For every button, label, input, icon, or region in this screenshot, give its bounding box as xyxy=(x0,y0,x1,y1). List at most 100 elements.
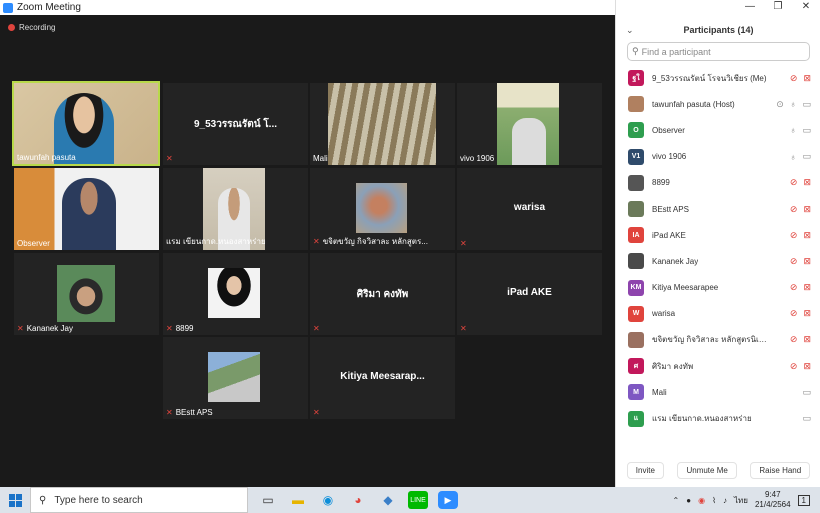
video-tile[interactable]: Observer xyxy=(14,168,159,250)
participant-status: ⊙ ♁ ▭ xyxy=(776,99,811,110)
video-tile[interactable]: vivo 1906 xyxy=(457,83,602,165)
video-tile[interactable]: แรม เขียนกาด.หนองสาหร่าย xyxy=(163,168,308,250)
participant-row[interactable]: 8899 ⊘ ⊠ xyxy=(616,170,820,196)
task-view-icon[interactable]: ▭ xyxy=(258,491,278,509)
unmute-me-button[interactable]: Unmute Me xyxy=(677,462,737,479)
restore-icon[interactable]: ❐ xyxy=(764,0,792,15)
video-tile[interactable]: 9_53วรรณรัตน์ โ... ✕ xyxy=(163,83,308,165)
minimize-icon[interactable]: — xyxy=(736,0,764,15)
recording-icon xyxy=(8,24,15,31)
tile-center-name: warisa xyxy=(513,202,546,213)
microphone-icon: ● xyxy=(686,495,692,505)
panel-footer: Invite Unmute Me Raise Hand xyxy=(616,462,820,479)
video-tile[interactable]: ✕ BEstt APS xyxy=(163,337,308,419)
search-icon: ⚲ xyxy=(632,46,639,56)
participant-name: Mali xyxy=(652,387,667,397)
mic-muted-icon: ⊘ xyxy=(789,203,798,214)
taskbar-search[interactable]: ⚲ Type here to search xyxy=(30,487,248,513)
profile-picture xyxy=(356,183,407,233)
mic-muted-icon: ⊘ xyxy=(789,360,798,371)
chevron-down-icon[interactable]: ⌄ xyxy=(626,25,634,36)
tile-name: Observer xyxy=(17,239,50,248)
participant-row[interactable]: KM Kitiya Meesarapee ⊘ ⊠ xyxy=(616,275,820,301)
avatar xyxy=(628,201,644,218)
language-indicator[interactable]: ไทย xyxy=(734,494,748,507)
tile-name: tawunfah pasuta xyxy=(17,153,76,162)
participant-row[interactable]: tawunfah pasuta (Host) ⊙ ♁ ▭ xyxy=(616,91,820,117)
video-tile[interactable]: ✕ Kananek Jay xyxy=(14,253,159,335)
muted-mic-icon: ✕ xyxy=(166,154,173,163)
chrome-icon[interactable]: ◕ xyxy=(348,491,368,509)
tile-name: 8899 xyxy=(175,324,194,333)
panel-title: Participants (14) xyxy=(683,25,754,35)
volume-icon[interactable]: ♪ xyxy=(723,496,727,505)
participant-status: ⊘ ⊠ xyxy=(790,308,811,319)
participant-status: ♁ ▭ xyxy=(790,125,811,136)
video-tile[interactable]: ศิริมา คงทัพ ✕ xyxy=(310,253,455,335)
participant-name: Observer xyxy=(652,125,685,135)
window-controls: — ❐ ✕ xyxy=(736,0,820,15)
participant-row[interactable]: V1 vivo 1906 ♁ ▭ xyxy=(616,144,820,170)
tile-center-name: ศิริมา คงทัพ xyxy=(356,289,409,300)
recording-indicator[interactable]: Recording xyxy=(8,23,55,32)
participant-row[interactable]: ขจิตขวัญ กิจวิสาละ หลักสูตรนิเทศศาสต... ⊘… xyxy=(616,327,820,353)
notification-icon[interactable]: 1 xyxy=(797,494,810,506)
taskbar-search-placeholder: Type here to search xyxy=(54,494,143,506)
participant-figure xyxy=(512,118,546,165)
line-app-icon[interactable]: LINE xyxy=(408,491,428,509)
avatar: แ xyxy=(628,410,644,427)
edge-icon[interactable]: ◉ xyxy=(318,491,338,509)
raise-hand-button[interactable]: Raise Hand xyxy=(750,462,811,479)
window-titlebar: Zoom Meeting xyxy=(0,0,615,15)
avatar: IA xyxy=(628,227,644,244)
participant-row[interactable]: M Mali ▭ xyxy=(616,379,820,405)
participant-status: ⊘ ⊠ xyxy=(790,361,811,372)
invite-button[interactable]: Invite xyxy=(626,462,664,479)
participant-row[interactable]: BEstt APS ⊘ ⊠ xyxy=(616,196,820,222)
clock[interactable]: 9:47 21/4/2564 xyxy=(755,490,791,510)
participant-row[interactable]: แ แรม เขียนกาด.หนองสาหร่าย ▭ xyxy=(616,405,820,431)
video-tile[interactable]: warisa ✕ xyxy=(457,168,602,250)
taskbar-apps: ▭ ▬ ◉ ◕ ◆ LINE ▶ xyxy=(258,491,458,509)
participant-row[interactable]: Wwarisa ⊘ ⊠ xyxy=(616,301,820,327)
video-tile[interactable]: ✕ ขจิตขวัญ กิจวิสาละ หลักสูตร... xyxy=(310,168,455,250)
zoom-app-icon[interactable]: ▶ xyxy=(438,491,458,509)
file-explorer-icon[interactable]: ▬ xyxy=(288,491,308,509)
profile-picture xyxy=(208,268,260,318)
video-tile[interactable]: Mali xyxy=(310,83,455,165)
participant-name: iPad AKE xyxy=(652,230,686,240)
participant-row[interactable]: IA iPad AKE ⊘ ⊠ xyxy=(616,222,820,248)
participant-search[interactable]: ⚲ xyxy=(627,42,810,61)
chevron-up-icon[interactable]: ⌃ xyxy=(673,496,680,505)
muted-mic-icon: ✕ xyxy=(460,324,467,333)
video-tile-host[interactable]: tawunfah pasuta xyxy=(12,81,160,166)
avatar: O xyxy=(628,122,644,139)
participant-status: ⊘ ⊠ xyxy=(790,256,811,267)
participant-name: ขจิตขวัญ กิจวิสาละ หลักสูตรนิเทศศาสต... xyxy=(652,335,772,345)
video-feed xyxy=(328,83,436,165)
participant-row[interactable]: ฐใ 9_53วรรณรัตน์ โรจนวิเชียร (Me) ⊘ ⊠ xyxy=(616,65,820,91)
date: 21/4/2564 xyxy=(754,500,791,509)
participant-row[interactable]: O Observer ♁ ▭ xyxy=(616,117,820,143)
mic-muted-icon: ⊘ xyxy=(789,229,798,240)
video-tile[interactable]: Kitiya Meesarap... ✕ xyxy=(310,337,455,419)
participant-figure xyxy=(62,178,116,250)
video-off-icon: ⊠ xyxy=(803,308,811,319)
windows-start-icon[interactable] xyxy=(0,493,30,507)
close-icon[interactable]: ✕ xyxy=(792,0,820,15)
video-off-icon: ⊠ xyxy=(803,229,811,240)
muted-mic-icon: ✕ xyxy=(313,408,320,417)
video-tile[interactable]: ✕ 8899 xyxy=(163,253,308,335)
video-tile[interactable]: iPad AKE ✕ xyxy=(457,253,602,335)
video-off-icon: ⊠ xyxy=(803,360,811,371)
participant-row[interactable]: Kananek Jay ⊘ ⊠ xyxy=(616,248,820,274)
tile-name: Kananek Jay xyxy=(26,324,73,333)
search-input[interactable] xyxy=(641,46,792,57)
avatar: W xyxy=(628,305,644,322)
wifi-icon[interactable]: ⌇ xyxy=(712,496,716,505)
record-tray-icon: ◉ xyxy=(698,495,706,505)
participant-name: BEstt APS xyxy=(652,204,689,214)
participant-row[interactable]: ศศิริมา คงทัพ ⊘ ⊠ xyxy=(616,353,820,379)
photos-icon[interactable]: ◆ xyxy=(378,491,398,509)
zoom-logo-icon xyxy=(3,2,13,13)
